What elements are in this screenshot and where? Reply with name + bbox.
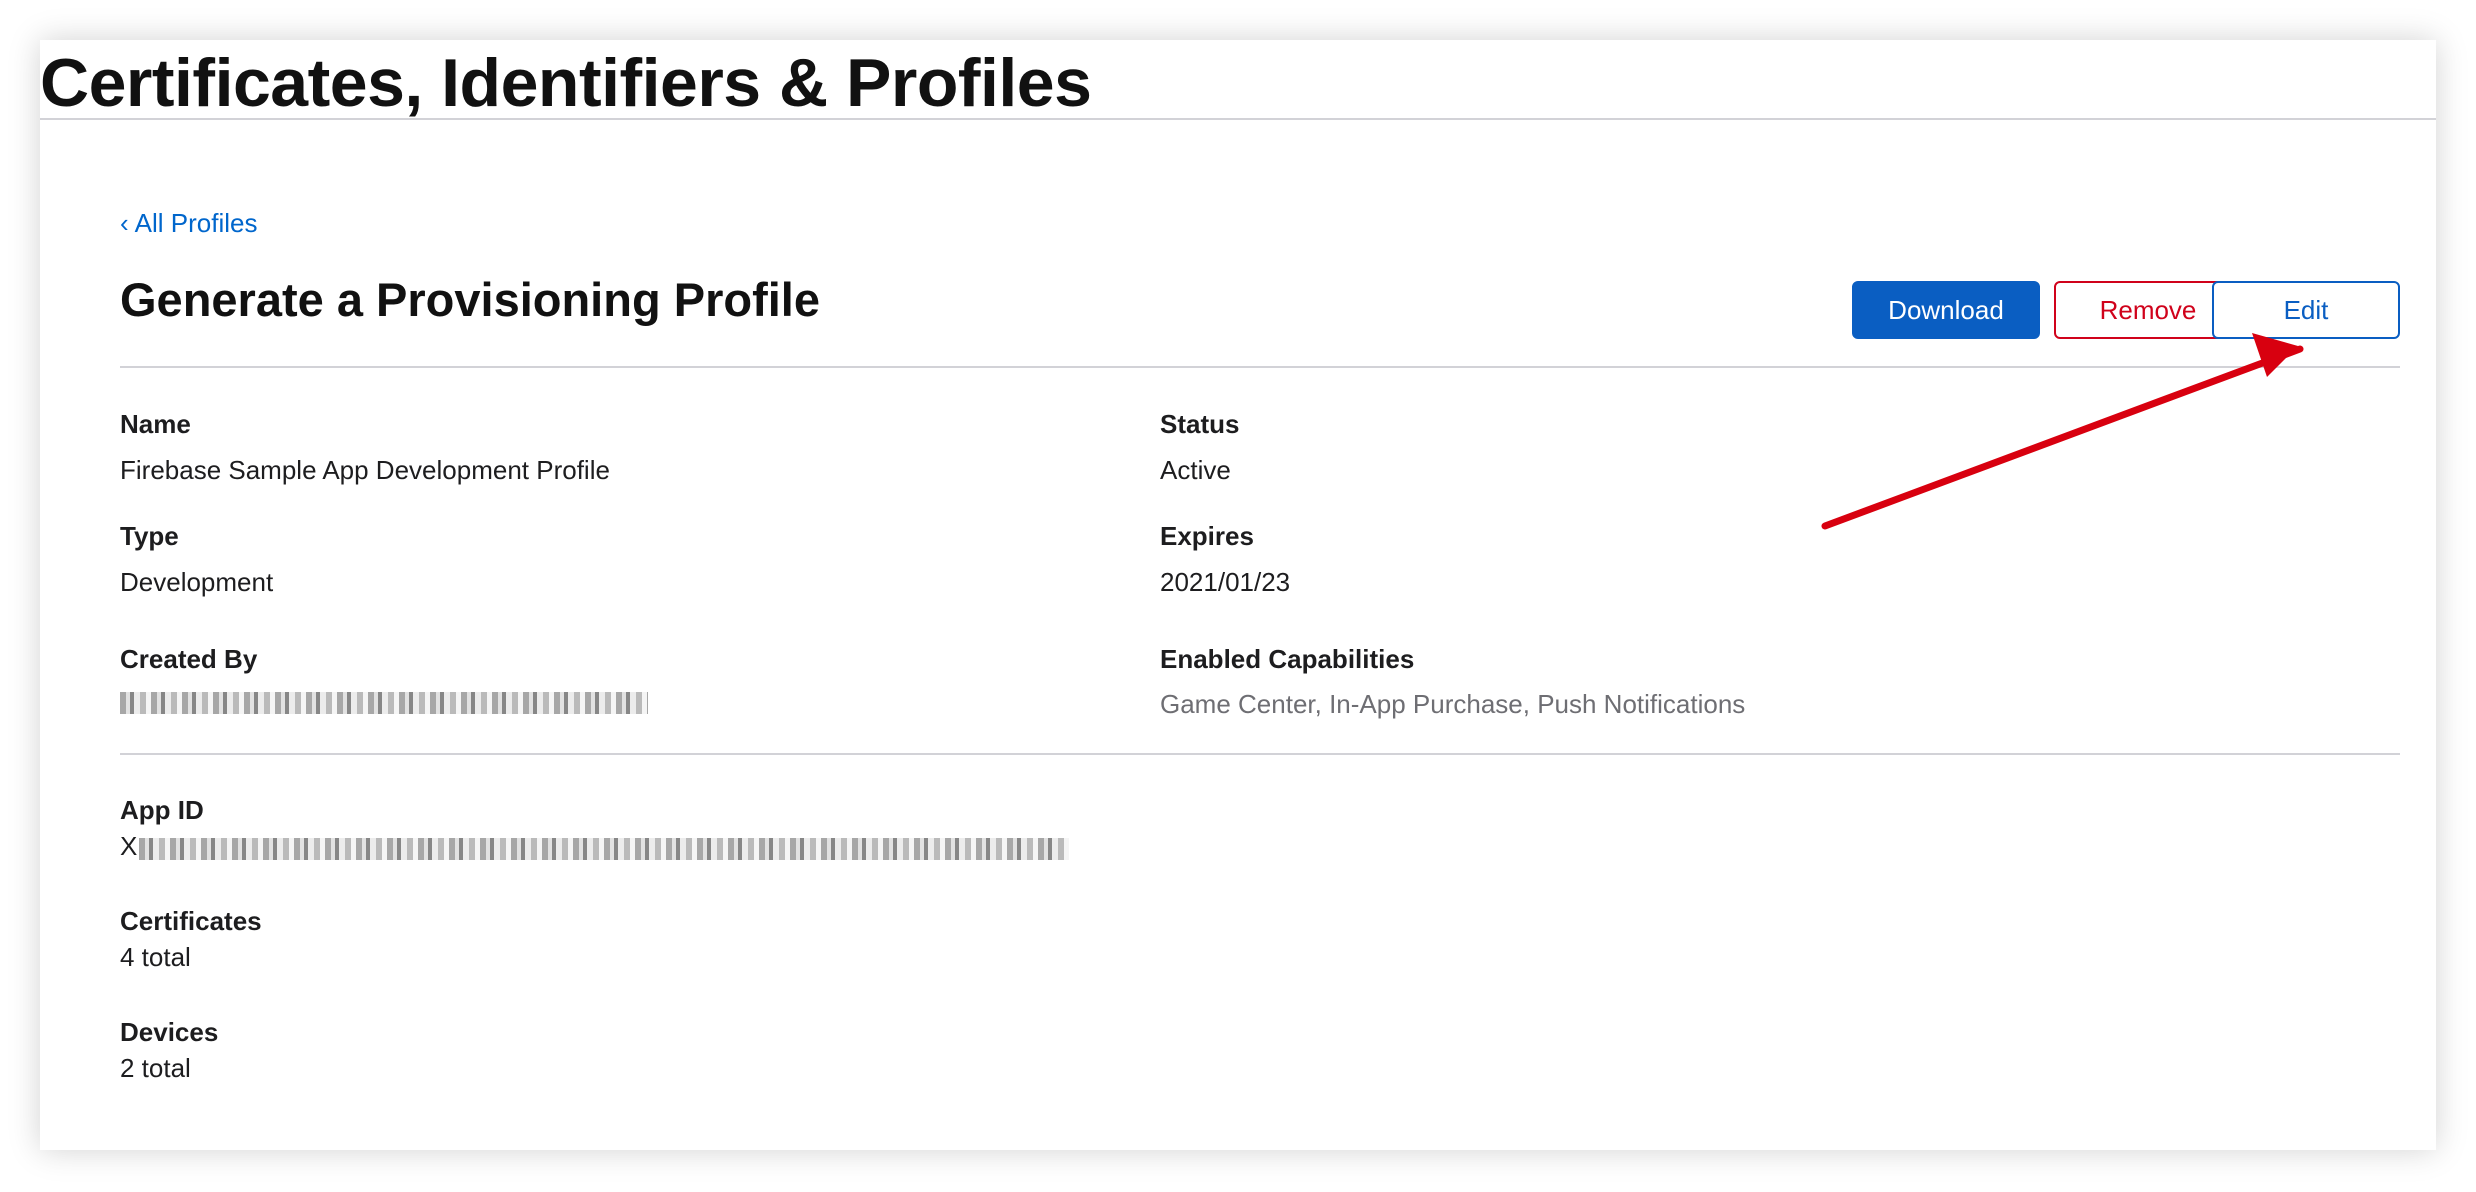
app-id-label: App ID bbox=[120, 795, 204, 825]
section-title: Generate a Provisioning Profile bbox=[120, 273, 820, 326]
devices-value: 2 total bbox=[120, 1053, 191, 1083]
status-value: Active bbox=[1160, 455, 1231, 485]
edit-button[interactable]: Edit bbox=[2212, 281, 2400, 339]
name-value: Firebase Sample App Development Profile bbox=[120, 455, 610, 485]
type-label: Type bbox=[120, 521, 179, 551]
status-label: Status bbox=[1160, 409, 1240, 439]
expires-label: Expires bbox=[1160, 521, 1254, 551]
all-profiles-link-label: All Profiles bbox=[134, 208, 258, 238]
type-value: Development bbox=[120, 567, 274, 597]
certificates-value: 4 total bbox=[120, 942, 191, 972]
certificates-label: Certificates bbox=[120, 906, 262, 936]
created-by-label: Created By bbox=[120, 644, 258, 674]
capabilities-value: Game Center, In-App Purchase, Push Notif… bbox=[1160, 689, 1746, 719]
capabilities-label: Enabled Capabilities bbox=[1160, 644, 1415, 674]
expires-value: 2021/01/23 bbox=[1160, 567, 1291, 597]
all-profiles-link[interactable]: ‹ All Profiles bbox=[120, 208, 258, 239]
page-title: Certificates, Identifiers & Profiles bbox=[40, 45, 1092, 121]
download-button[interactable]: Download bbox=[1852, 281, 2040, 339]
details-divider bbox=[120, 753, 2400, 755]
name-label: Name bbox=[120, 409, 191, 439]
profile-page: Certificates, Identifiers & Profiles ‹ Al… bbox=[40, 40, 2436, 1150]
devices-label: Devices bbox=[120, 1017, 219, 1047]
app-id-prefix: X bbox=[120, 831, 138, 861]
chevron-left-icon: ‹ bbox=[120, 208, 129, 238]
created-by-redacted bbox=[120, 692, 648, 714]
page-header: Certificates, Identifiers & Profiles bbox=[40, 40, 2436, 121]
app-id-redacted bbox=[139, 838, 1069, 860]
header-divider bbox=[120, 366, 2400, 368]
